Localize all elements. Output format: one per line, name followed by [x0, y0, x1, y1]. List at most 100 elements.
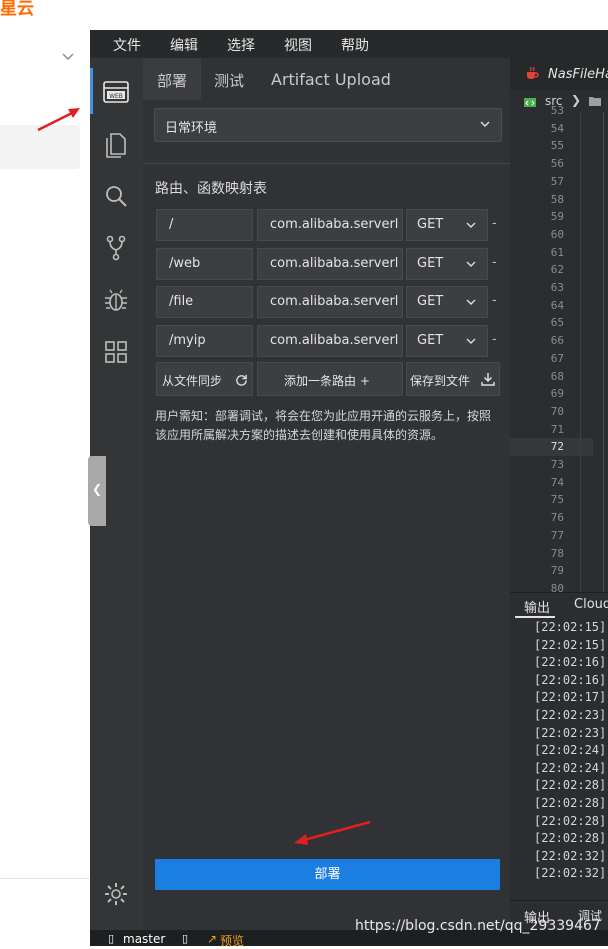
menu-select[interactable]: 选择 — [227, 35, 255, 55]
line-number: 63 — [550, 281, 564, 294]
route-function-input[interactable]: com.alibaba.serverl — [257, 286, 403, 318]
line-number: 58 — [550, 192, 564, 206]
menu-help[interactable]: 帮助 — [341, 35, 369, 55]
divider — [143, 163, 510, 164]
route-path-input[interactable]: / — [156, 209, 253, 241]
java-file-icon — [527, 66, 539, 79]
line-number: 70 — [550, 404, 564, 418]
tab-cloud[interactable]: Cloud — [574, 597, 608, 612]
route-function-input[interactable]: com.alibaba.serverl — [257, 325, 403, 357]
files-icon[interactable] — [102, 130, 130, 158]
save-label: 保存到文件 — [410, 374, 471, 388]
gutter-divider — [580, 112, 581, 592]
route-method-select[interactable]: GET — [406, 209, 488, 241]
tab-output[interactable]: 输出 — [524, 597, 550, 616]
log-line: [22:02:24] — [534, 743, 607, 758]
save-to-file-button[interactable]: 保存到文件 — [406, 362, 500, 396]
line-number: 56 — [550, 157, 564, 171]
line-number: 77 — [550, 528, 564, 542]
route-function-input[interactable]: com.alibaba.serverl — [257, 248, 403, 280]
line-number: 73 — [550, 458, 564, 471]
log-line: [22:02:24] — [534, 760, 607, 775]
tab-deploy[interactable]: 部署 — [157, 70, 187, 91]
tab-test[interactable]: 测试 — [214, 70, 244, 91]
line-number: 62 — [550, 263, 564, 277]
remove-route-button[interactable]: - — [492, 216, 497, 231]
menu-bar: 文件 编辑 选择 视图 帮助 — [90, 30, 608, 58]
route-method-select[interactable]: GET — [406, 325, 488, 357]
log-line: [22:02:28] — [534, 778, 607, 793]
search-icon[interactable] — [102, 182, 130, 210]
route-function: com.alibaba.serverl — [270, 294, 399, 309]
log-line: [22:02:28] — [534, 831, 607, 846]
route-path-input[interactable]: /web — [156, 248, 253, 280]
chevron-down-icon[interactable] — [60, 48, 76, 64]
route-table-title: 路由、函数映射表 — [155, 181, 267, 197]
source-control-icon[interactable] — [102, 234, 130, 262]
log-line: [22:02:32] — [534, 866, 607, 881]
preview-icon: ↗ — [207, 932, 218, 946]
settings-gear-icon[interactable] — [102, 880, 130, 908]
route-method-select[interactable]: GET — [406, 286, 488, 318]
log-line: [22:02:28] — [534, 796, 607, 810]
svg-text:WEB: WEB — [109, 93, 123, 100]
route-method: GET — [417, 333, 444, 348]
refresh-icon — [236, 374, 247, 386]
deploy-web-icon[interactable]: WEB — [102, 78, 130, 106]
line-number: 54 — [550, 121, 564, 135]
remove-route-button[interactable]: - — [492, 293, 497, 308]
route-method: GET — [417, 217, 444, 232]
chevron-down-icon — [480, 121, 490, 127]
route-path-input[interactable]: /file — [156, 286, 253, 318]
log-line: [22:02:23] — [534, 708, 607, 722]
line-number: 53 — [550, 104, 564, 117]
route-function-input[interactable]: com.alibaba.serverl — [257, 209, 403, 241]
debug-icon[interactable] — [102, 286, 130, 314]
log-line: [22:02:16] — [534, 672, 607, 687]
log-line: [22:02:23] — [534, 725, 607, 740]
divider — [0, 878, 90, 879]
remove-route-button[interactable]: - — [492, 255, 497, 270]
chevron-down-icon — [466, 222, 476, 228]
log-line: [22:02:28] — [534, 813, 607, 828]
route-path-input[interactable]: /myip — [156, 325, 253, 357]
preview-link[interactable]: 预览 — [220, 932, 244, 949]
sync-label: 从文件同步 — [162, 374, 223, 388]
route-function: com.alibaba.serverl — [270, 256, 399, 271]
line-number: 74 — [550, 475, 564, 489]
line-number: 61 — [550, 245, 564, 259]
breadcrumb-separator-icon: ❯ — [571, 93, 582, 107]
watermark-text: https://blog.csdn.net/qq_29339467 — [355, 918, 601, 934]
chevron-down-icon — [466, 299, 476, 305]
menu-view[interactable]: 视图 — [284, 35, 312, 55]
environment-select[interactable]: 日常环境 — [154, 108, 502, 142]
route-function: com.alibaba.serverl — [270, 333, 399, 348]
line-number: 60 — [550, 227, 564, 241]
route-method: GET — [417, 256, 444, 271]
log-line: [22:02:32] — [534, 848, 607, 863]
tab-artifact-upload[interactable]: Artifact Upload — [271, 70, 391, 89]
branch-name[interactable]: master — [123, 932, 165, 946]
remove-route-button[interactable]: - — [492, 332, 497, 347]
line-number: 76 — [550, 511, 564, 525]
route-method-select[interactable]: GET — [406, 248, 488, 280]
line-number: 75 — [550, 493, 564, 507]
chevron-down-icon — [466, 338, 476, 344]
extensions-grid-icon[interactable] — [102, 338, 130, 366]
deploy-button[interactable]: 部署 — [155, 859, 500, 890]
menu-edit[interactable]: 编辑 — [170, 35, 198, 55]
annotation-arrow-icon — [294, 820, 371, 845]
collapse-panel-tab[interactable]: ❮ — [88, 456, 106, 526]
line-number: 69 — [550, 387, 564, 401]
menu-file[interactable]: 文件 — [113, 35, 141, 55]
route-path: /file — [169, 294, 194, 309]
line-number: 66 — [550, 334, 564, 348]
line-number: 72 — [550, 440, 564, 454]
route-path: /myip — [169, 333, 206, 348]
editor-file-tab[interactable]: NasFileHa — [548, 67, 608, 82]
chevron-down-icon — [466, 261, 476, 267]
active-indicator — [90, 68, 93, 114]
sync-from-file-button[interactable]: 从文件同步 — [156, 362, 253, 396]
line-number: 78 — [550, 546, 564, 560]
add-route-button[interactable]: 添加一条路由 + — [257, 362, 403, 396]
